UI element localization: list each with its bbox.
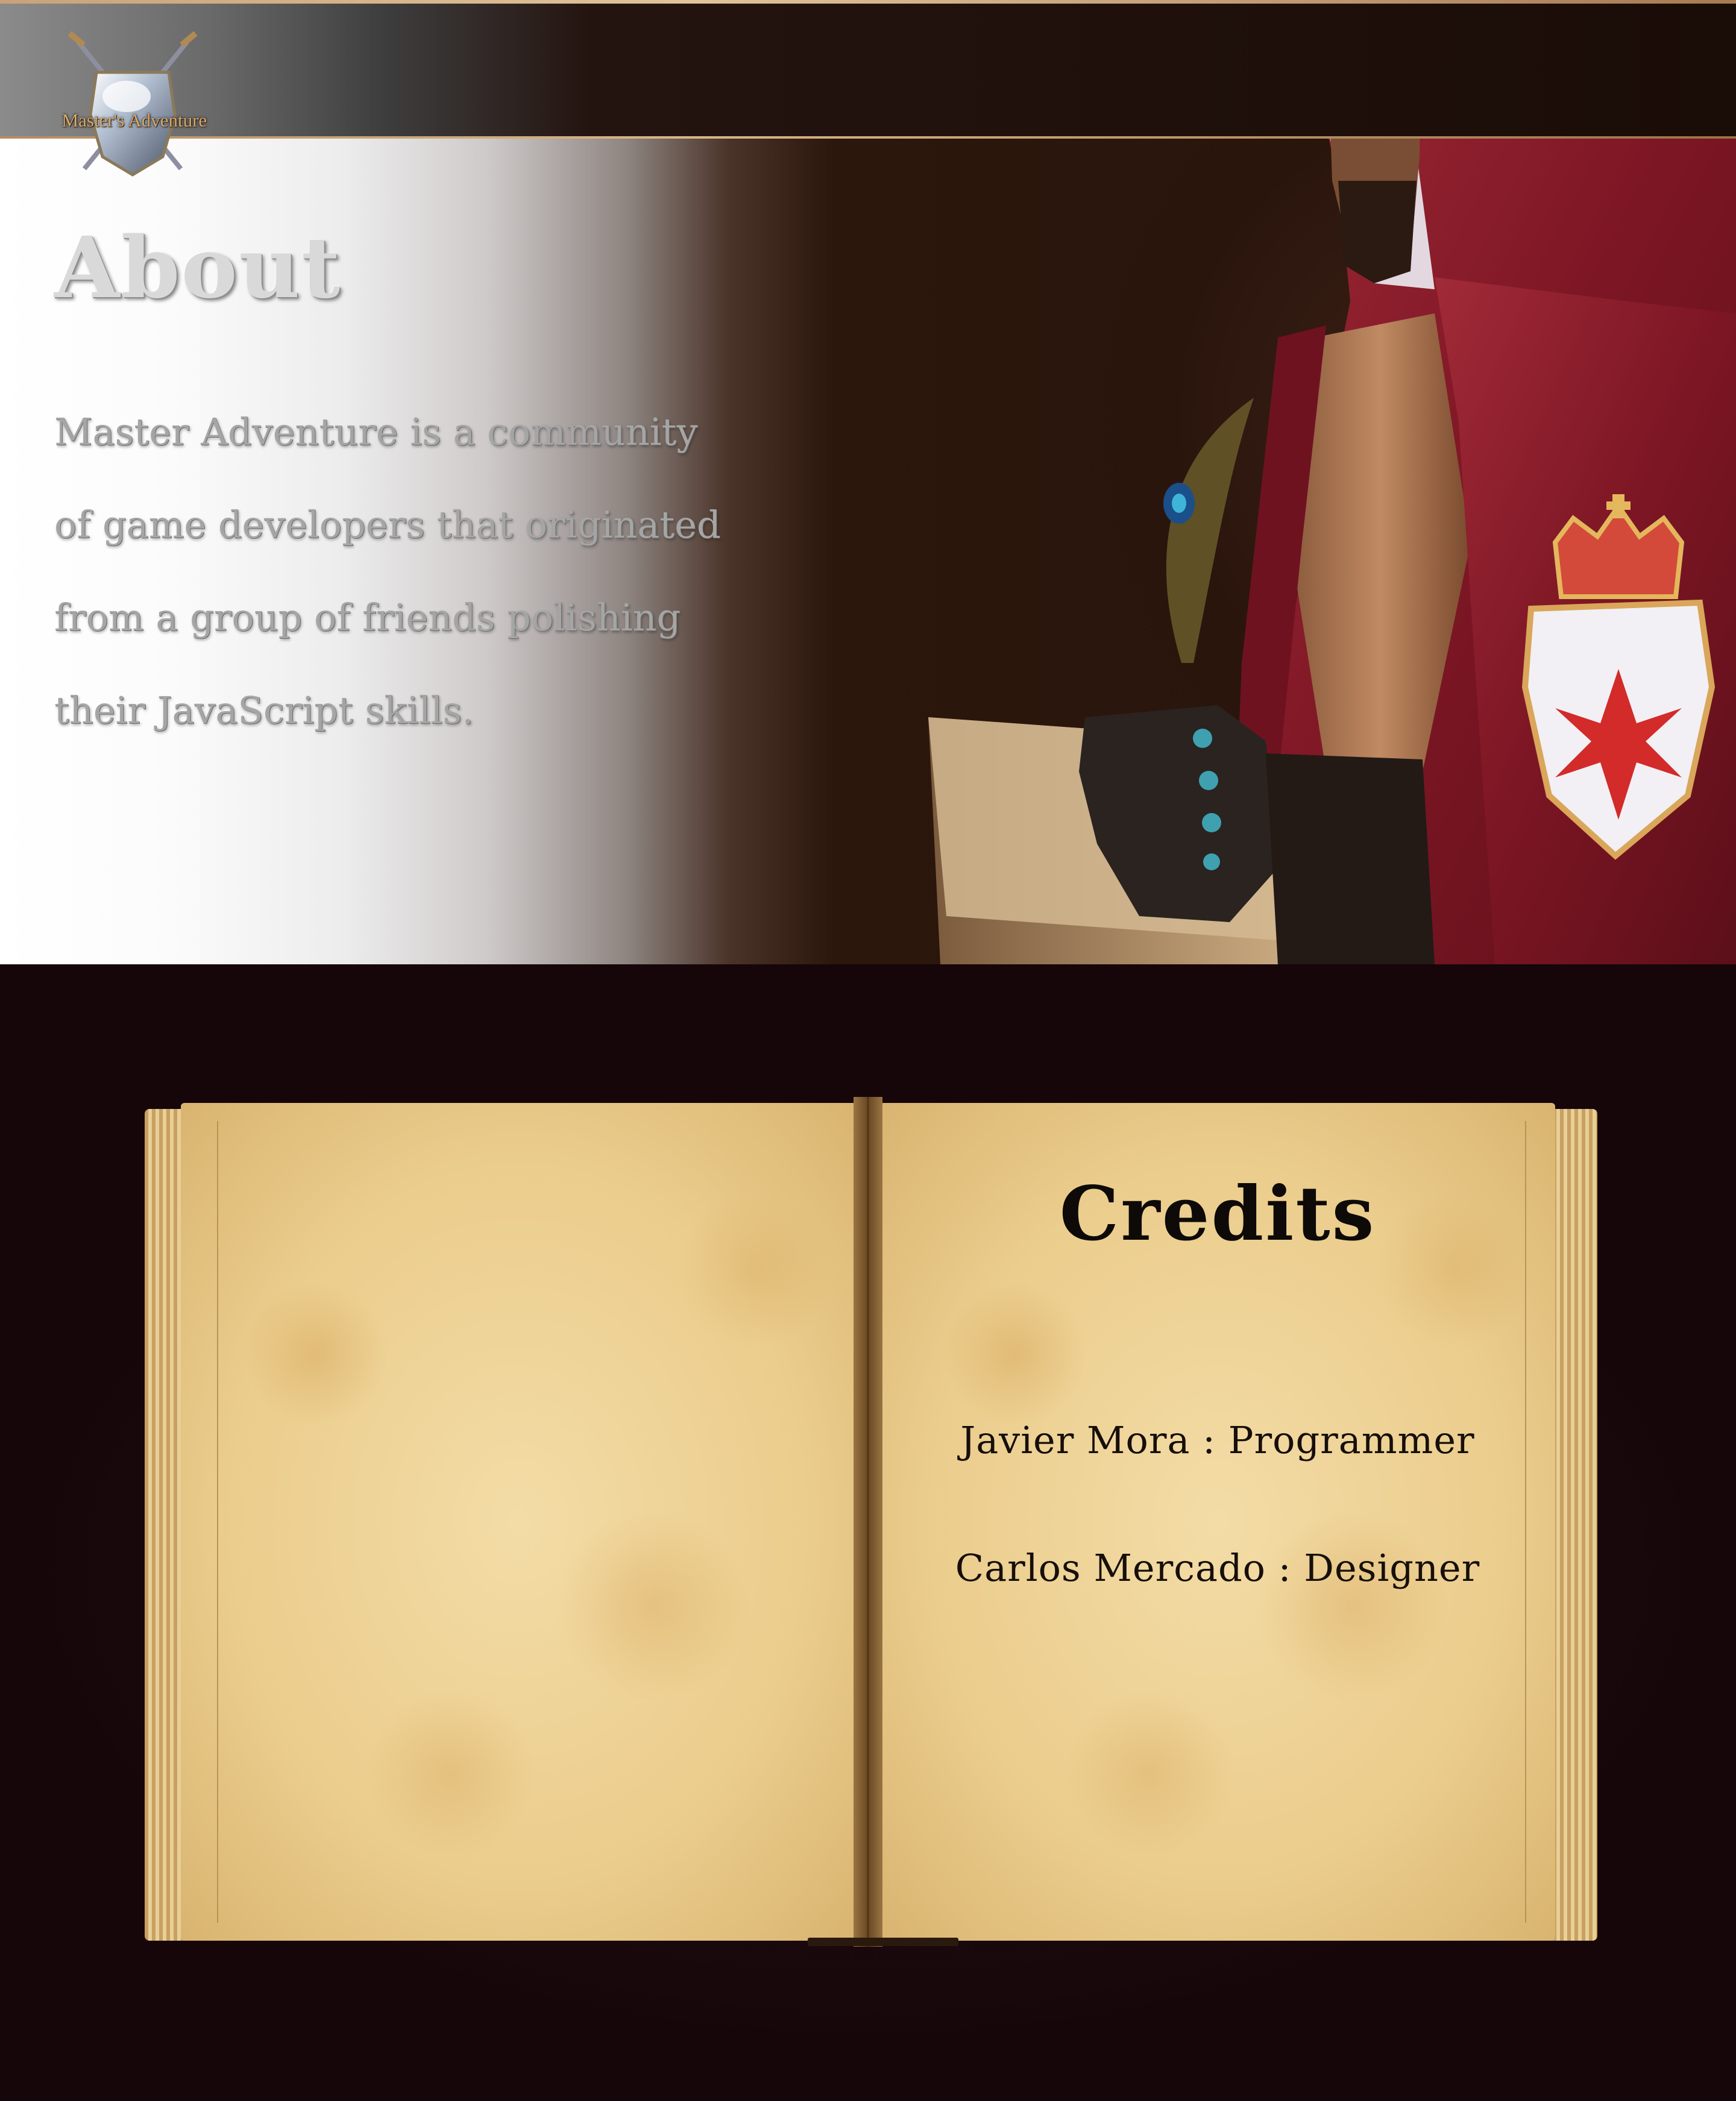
- knight-figure-image: [928, 0, 1736, 964]
- top-navigation-bar: [0, 0, 1736, 137]
- book-page-edges-right: [1549, 1109, 1597, 1941]
- hero-illustration: [892, 0, 1736, 964]
- book-spine: [854, 1097, 882, 1947]
- logo-text: Master's Adventure: [61, 110, 207, 131]
- about-heading: About: [54, 219, 342, 318]
- book-left-page: [181, 1103, 856, 1941]
- about-line: of game developers that originated: [54, 503, 721, 547]
- credit-entry: Carlos Mercado : Designer: [955, 1546, 1480, 1590]
- about-hero: Master's Adventure About Master Adventur…: [0, 0, 1736, 964]
- credit-entry: Javier Mora : Programmer: [960, 1418, 1475, 1462]
- book-left-margin-line: [217, 1121, 218, 1923]
- shield-swords-icon: [68, 31, 198, 177]
- about-line: from a group of friends polishing: [54, 595, 681, 639]
- topbar-divider: [0, 136, 1736, 139]
- topbar-accent-line: [0, 0, 1736, 4]
- book-right-margin-line: [1525, 1121, 1526, 1923]
- book-spine-foot: [808, 1938, 958, 1946]
- site-logo[interactable]: Master's Adventure: [30, 30, 235, 181]
- credits-heading: Credits: [1059, 1170, 1376, 1258]
- about-description: Master Adventure is a community of game …: [54, 386, 778, 757]
- about-line: Master Adventure is a community: [54, 410, 698, 454]
- about-line: their JavaScript skills.: [54, 688, 474, 732]
